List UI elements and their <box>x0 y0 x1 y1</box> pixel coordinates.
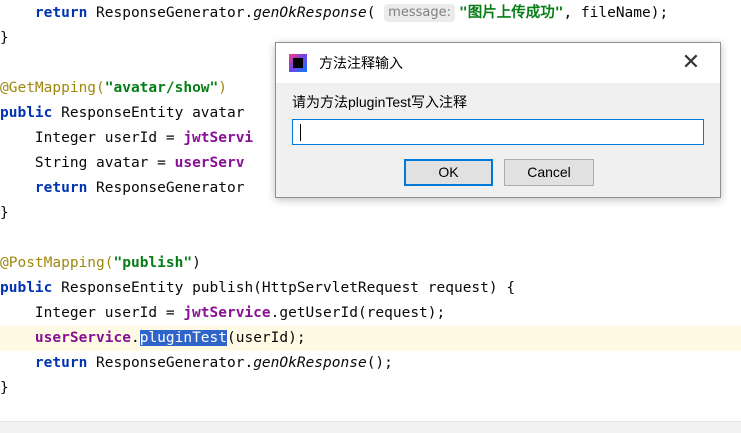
code-text: Integer userId = <box>0 130 184 146</box>
code-line[interactable]: return ResponseGenerator.genOkResponse( … <box>0 1 741 26</box>
code-line-current[interactable]: userService.pluginTest(userId); <box>0 326 741 351</box>
code-text: } <box>0 30 9 46</box>
code-keyword: return <box>34 180 88 196</box>
code-annotation: @GetMapping( <box>0 80 105 96</box>
code-text: . <box>130 330 140 346</box>
cancel-button[interactable]: Cancel <box>504 159 594 186</box>
code-keyword: public <box>0 105 53 121</box>
close-button[interactable]: ✕ <box>674 48 708 78</box>
code-string: "publish" <box>113 255 193 271</box>
code-text: .getUserId(request); <box>270 305 446 321</box>
code-line[interactable]: return ResponseGenerator.genOkResponse()… <box>0 351 741 376</box>
code-text: String avatar = <box>0 155 175 171</box>
code-line[interactable]: @PostMapping("publish") <box>0 251 741 276</box>
code-field: jwtService <box>183 305 271 321</box>
comment-input-dialog: 方法注释输入 ✕ 请为方法pluginTest写入注释 OK Cancel <box>275 42 721 198</box>
code-text: , fileName); <box>563 5 669 21</box>
code-keyword: public <box>0 280 53 296</box>
code-field: userService <box>34 330 131 346</box>
dialog-prompt: 请为方法pluginTest写入注释 <box>292 94 468 110</box>
code-field: userServ <box>174 155 245 171</box>
code-text: Integer userId = <box>0 305 184 321</box>
code-line[interactable]: } <box>0 376 741 401</box>
parameter-hint: message: <box>384 4 455 22</box>
comment-input[interactable] <box>292 119 704 145</box>
code-method: genOkResponse <box>253 355 367 371</box>
code-text: ( <box>366 5 376 21</box>
intellij-app-icon <box>289 54 307 72</box>
code-annotation: ) <box>218 80 227 96</box>
code-text: (userId); <box>227 330 306 346</box>
code-text: ) <box>192 255 201 271</box>
code-keyword: return <box>34 5 88 21</box>
ok-button[interactable]: OK <box>404 159 493 186</box>
code-line[interactable]: public ResponseEntity publish(HttpServle… <box>0 276 741 301</box>
code-text: } <box>0 205 9 221</box>
dialog-title: 方法注释输入 <box>319 55 403 71</box>
code-text: ResponseEntity avatar <box>52 105 245 121</box>
code-text: } <box>0 380 9 396</box>
code-text: (); <box>366 355 393 371</box>
code-text: ResponseEntity publish(HttpServletReques… <box>52 280 516 296</box>
code-field: jwtServi <box>183 130 254 146</box>
text-caret <box>300 124 301 141</box>
code-text: ResponseGenerator. <box>87 355 254 371</box>
code-keyword: return <box>34 355 88 371</box>
selected-method-name[interactable]: pluginTest <box>139 330 227 346</box>
code-text: ResponseGenerator <box>87 180 245 196</box>
code-string: "avatar/show" <box>104 80 219 96</box>
code-method: genOkResponse <box>253 5 367 21</box>
dialog-titlebar[interactable]: 方法注释输入 ✕ <box>276 43 720 83</box>
code-text: ResponseGenerator. <box>87 5 254 21</box>
code-line[interactable]: Integer userId = jwtService.getUserId(re… <box>0 301 741 326</box>
code-annotation: @PostMapping( <box>0 255 114 271</box>
code-string: "图片上传成功" <box>458 5 564 21</box>
editor-bottom-bar <box>0 421 741 433</box>
code-line[interactable]: } <box>0 201 741 226</box>
